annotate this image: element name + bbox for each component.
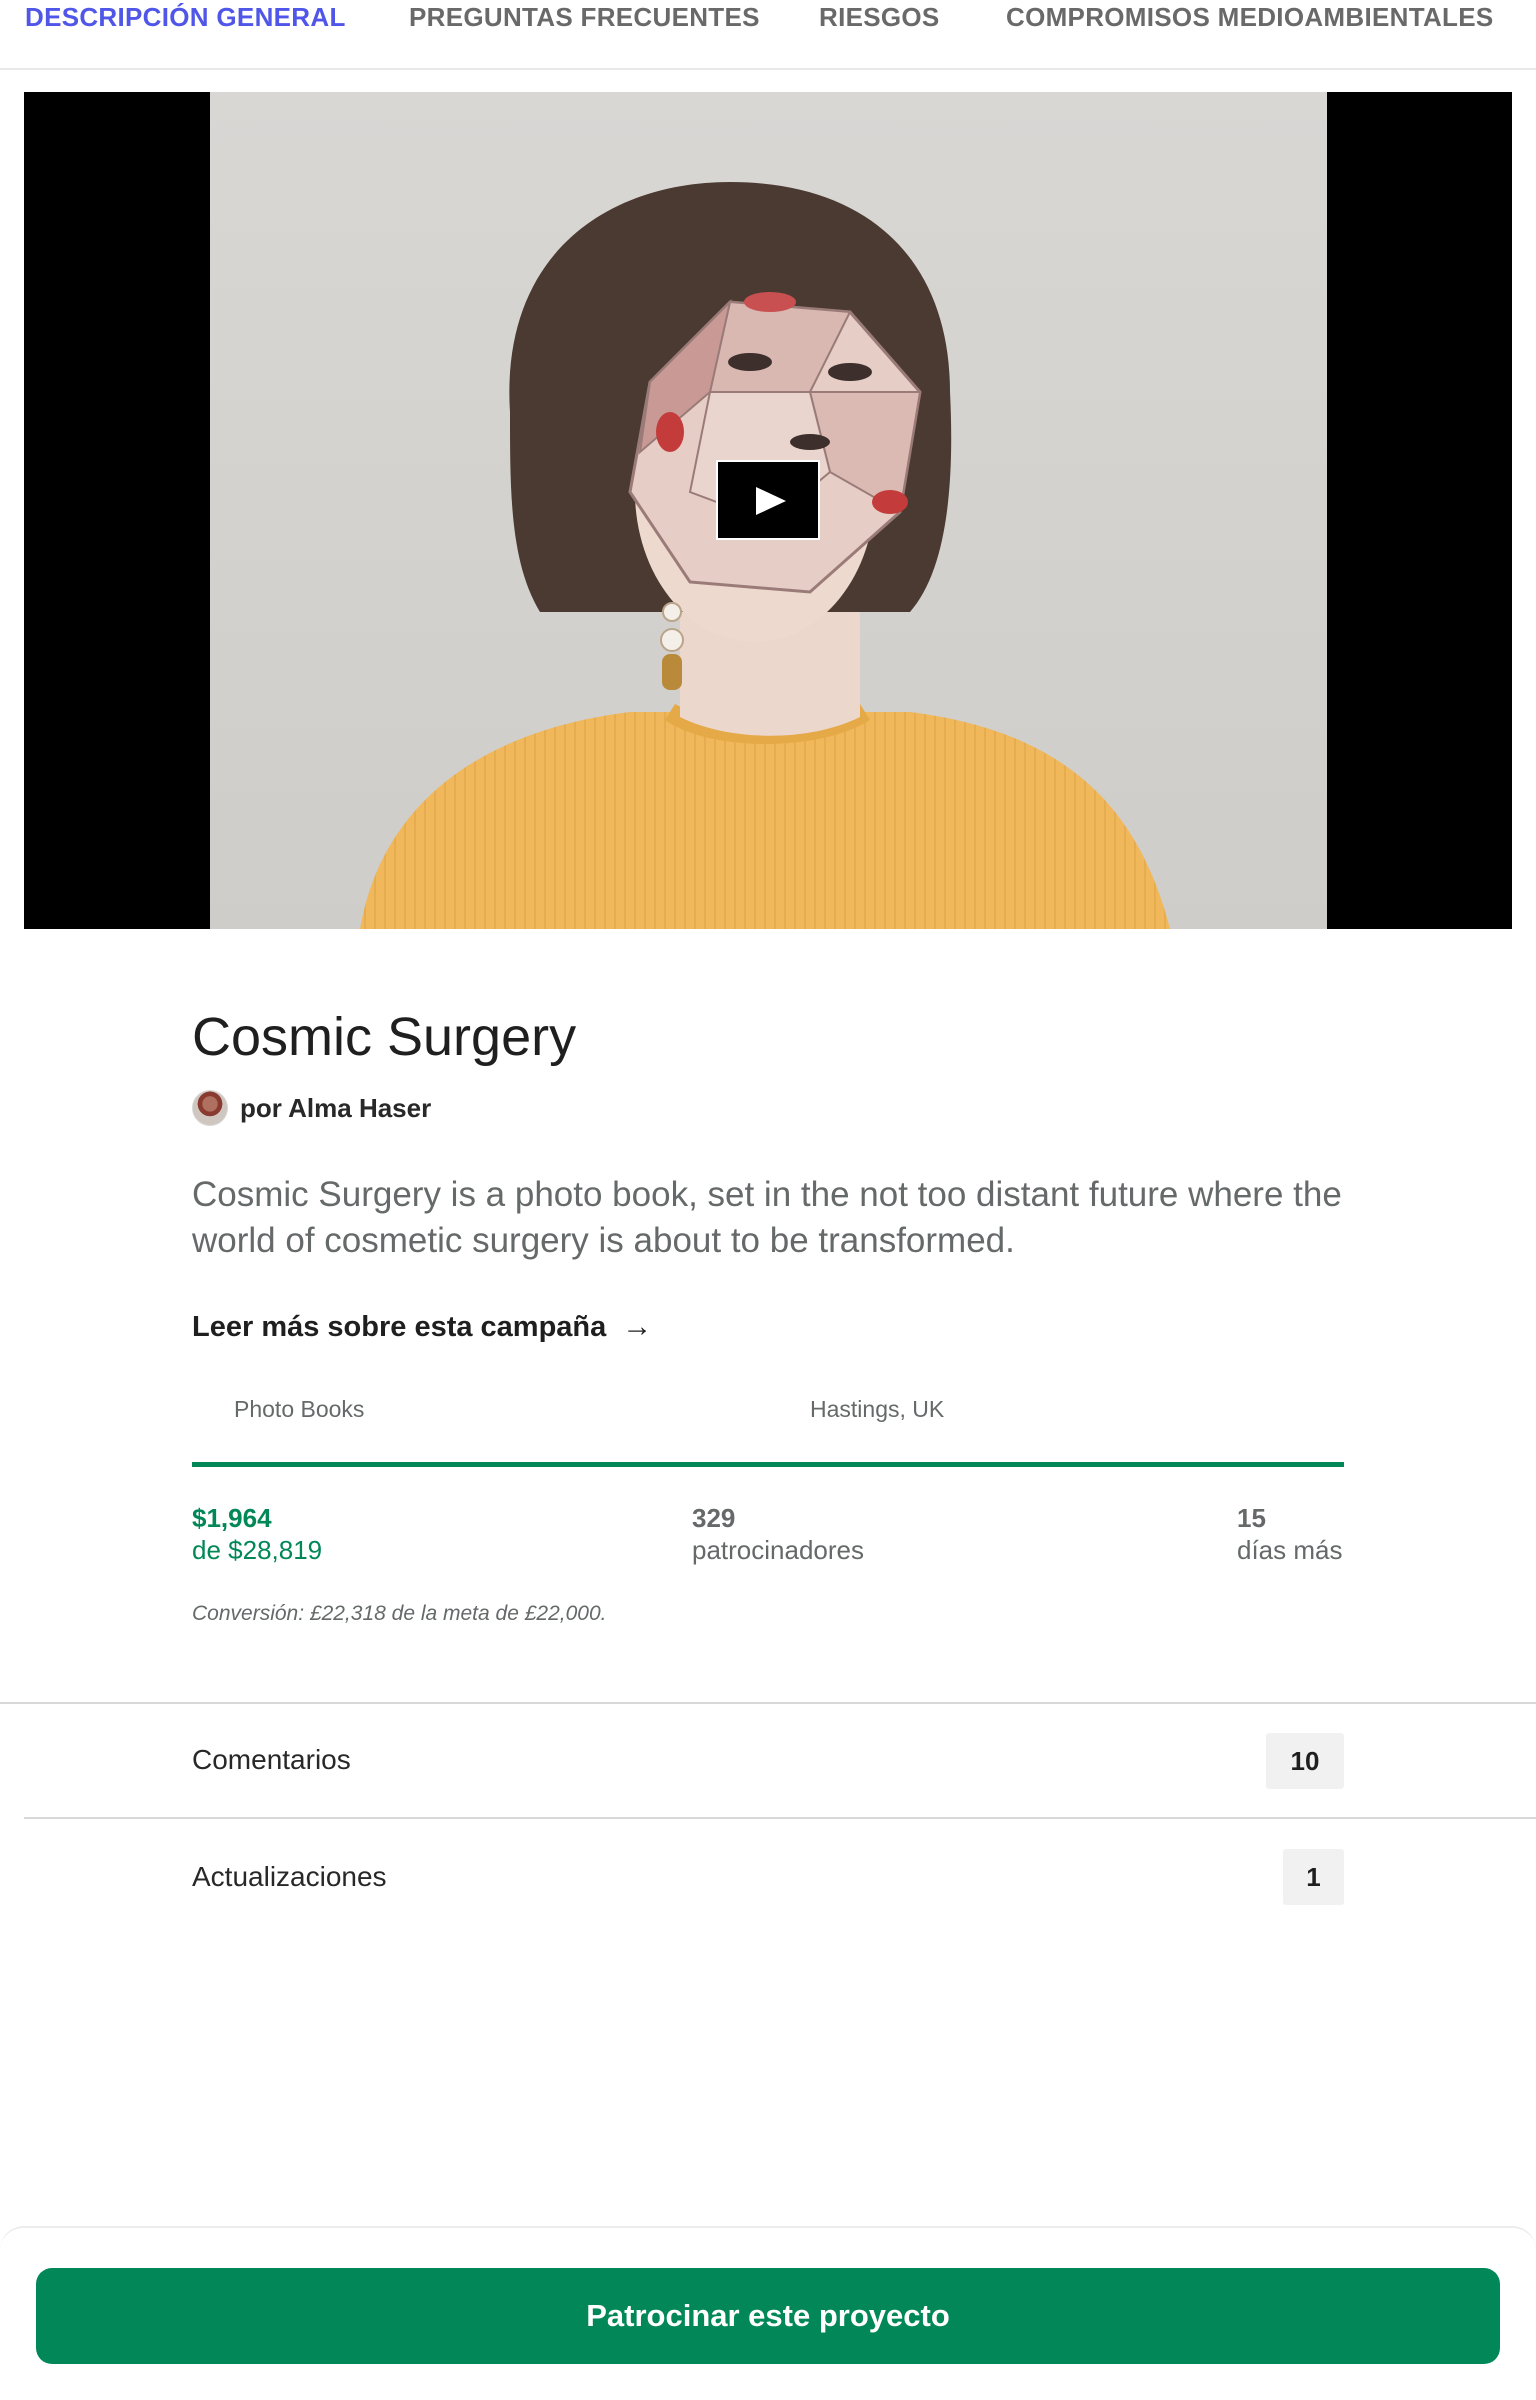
bottom-action-bar: Patrocinar este proyecto — [0, 2226, 1536, 2400]
backers-label: patrocinadores — [692, 1535, 864, 1565]
comments-count-badge: 10 — [1266, 1733, 1344, 1789]
tab-risks[interactable]: RIESGOS — [819, 0, 940, 68]
divider — [24, 1817, 1536, 1819]
creator-line[interactable]: por Alma Haser — [192, 1090, 431, 1126]
project-title: Cosmic Surgery — [192, 1007, 577, 1067]
play-button[interactable] — [716, 460, 820, 540]
updates-count-badge: 1 — [1283, 1849, 1344, 1905]
avatar — [192, 1090, 228, 1126]
days-count: 15 — [1237, 1503, 1266, 1533]
goal-amount: de $28,819 — [192, 1535, 323, 1565]
pledged-stat: $1,964 de $28,819 — [192, 1502, 322, 1566]
backers-stat: 329 patrocinadores — [692, 1502, 864, 1566]
tab-environmental-commitments[interactable]: COMPROMISOS MEDIOAMBIENTALES — [1006, 0, 1493, 68]
comments-row[interactable]: Comentarios — [192, 1744, 351, 1776]
divider — [0, 1702, 1536, 1704]
arrow-right-icon: → — [622, 1310, 653, 1343]
location-link[interactable]: Hastings, UK — [810, 1396, 944, 1423]
funding-progress-bar — [192, 1462, 1344, 1467]
tab-overview[interactable]: DESCRIPCIÓN GENERAL — [0, 0, 361, 68]
read-more-link[interactable]: Leer más sobre esta campaña → — [192, 1310, 652, 1344]
days-stat: 15 días más — [1237, 1502, 1343, 1566]
tab-faq[interactable]: PREGUNTAS FRECUENTES — [409, 0, 760, 68]
back-this-project-button[interactable]: Patrocinar este proyecto — [36, 2268, 1500, 2364]
creator-name: por Alma Haser — [240, 1092, 432, 1123]
project-blurb: Cosmic Surgery is a photo book, set in t… — [192, 1175, 1342, 1260]
video-player[interactable] — [24, 92, 1512, 929]
category-link[interactable]: Photo Books — [234, 1396, 364, 1423]
currency-conversion-note: Conversión: £22,318 de la meta de £22,00… — [192, 1602, 607, 1625]
backers-count: 329 — [692, 1503, 736, 1533]
updates-row[interactable]: Actualizaciones — [192, 1861, 387, 1893]
read-more-label: Leer más sobre esta campaña — [192, 1310, 607, 1343]
days-label: días más — [1237, 1535, 1343, 1565]
tab-bar: DESCRIPCIÓN GENERAL PREGUNTAS FRECUENTES… — [0, 0, 1536, 70]
funding-progress-fill — [192, 1462, 1344, 1467]
pledged-amount: $1,964 — [192, 1503, 272, 1533]
